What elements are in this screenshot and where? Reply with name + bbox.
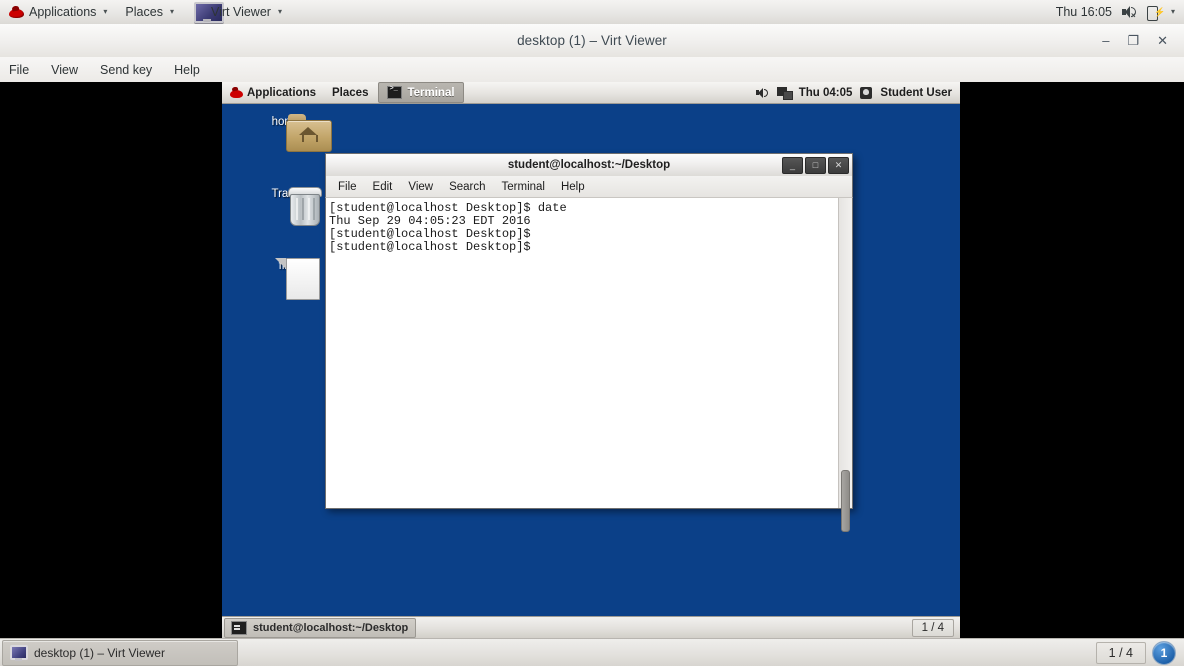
guest-window-list-label: Terminal: [407, 86, 455, 99]
host-applications-menu[interactable]: Applications ▾: [0, 0, 116, 24]
guest-taskbar-item-terminal[interactable]: student@localhost:~/Desktop: [224, 617, 416, 638]
virt-viewer-window-controls: – ❐ ✕: [1102, 24, 1178, 57]
guest-places-menu[interactable]: Places: [324, 82, 376, 103]
guest-workspace-area: 1 / 4: [911, 618, 960, 637]
guest-taskbar-item-label: student@localhost:~/Desktop: [253, 621, 409, 634]
minimize-button[interactable]: –: [1102, 34, 1109, 47]
host-top-panel: Applications ▾ Places ▾ Virt Viewer ▾ Th…: [0, 0, 1184, 25]
terminal-title: student@localhost:~/Desktop: [507, 159, 671, 171]
host-clock[interactable]: Thu 16:05: [1056, 5, 1112, 19]
chevron-down-icon: ▾: [103, 7, 108, 16]
menu-send-key[interactable]: Send key: [89, 57, 163, 82]
terminal-scrollbar[interactable]: [838, 198, 852, 532]
host-taskbar-item-label: desktop (1) – Virt Viewer: [34, 646, 165, 660]
guest-applications-menu[interactable]: Applications: [222, 82, 324, 103]
desktop-icon-home[interactable]: home: [250, 114, 332, 152]
terminal-icon: [231, 620, 247, 635]
screen: Applications ▾ Places ▾ Virt Viewer ▾ Th…: [0, 0, 1184, 666]
guest-clock[interactable]: Thu 04:05: [799, 87, 853, 99]
guest-panel-status-area: Thu 04:05 Student User: [755, 86, 960, 100]
guest-user-label[interactable]: Student User: [880, 87, 952, 99]
terminal-menu-help[interactable]: Help: [553, 176, 593, 197]
user-icon: [860, 86, 873, 99]
maximize-button[interactable]: ❐: [1127, 34, 1139, 47]
host-panel-status-area: Thu 16:05 × ⚡ ▾: [1056, 5, 1184, 21]
monitor-icon: [9, 645, 28, 661]
host-active-app-menu[interactable]: Virt Viewer ▾: [183, 0, 291, 24]
guest-workspace-indicator[interactable]: 1 / 4: [911, 618, 954, 637]
battery-charging-icon[interactable]: ⚡: [1146, 5, 1165, 21]
terminal-window-controls: _ □ ✕: [782, 157, 849, 174]
close-button[interactable]: ✕: [1157, 34, 1168, 47]
host-active-app-label: Virt Viewer: [210, 5, 271, 19]
virt-viewer-titlebar: desktop (1) – Virt Viewer – ❐ ✕: [0, 24, 1184, 58]
chevron-down-icon[interactable]: ▾: [1171, 8, 1175, 16]
guest-applications-label: Applications: [247, 86, 317, 99]
volume-icon[interactable]: [755, 87, 769, 99]
terminal-window[interactable]: student@localhost:~/Desktop _ □ ✕ File E…: [325, 153, 853, 532]
host-places-menu[interactable]: Places ▾: [116, 0, 183, 24]
host-workspace-badge[interactable]: 1: [1152, 641, 1176, 665]
guest-desktop[interactable]: Applications Places Terminal Thu 04:05 S…: [222, 82, 960, 638]
terminal-close-button[interactable]: ✕: [828, 157, 849, 174]
terminal-menu-edit[interactable]: Edit: [365, 176, 401, 197]
host-taskbar-item-virt-viewer[interactable]: desktop (1) – Virt Viewer: [2, 640, 238, 666]
menu-view[interactable]: View: [40, 57, 89, 82]
redhat-logo-icon: [9, 6, 24, 19]
host-workspace-indicator[interactable]: 1 / 4: [1095, 642, 1146, 664]
terminal-menubar: File Edit View Search Terminal Help: [325, 176, 853, 198]
host-applications-label: Applications: [29, 5, 97, 19]
desktop-icon-file[interactable]: file: [250, 258, 322, 300]
virt-viewer-title: desktop (1) – Virt Viewer: [517, 33, 667, 48]
guest-places-label: Places: [332, 86, 369, 99]
terminal-output[interactable]: [student@localhost Desktop]$ date Thu Se…: [326, 198, 838, 508]
speaker-muted-icon[interactable]: ×: [1121, 5, 1137, 20]
network-icon[interactable]: [776, 86, 793, 100]
terminal-body[interactable]: [student@localhost Desktop]$ date Thu Se…: [325, 198, 853, 532]
host-places-label: Places: [125, 5, 163, 19]
menu-file[interactable]: File: [0, 57, 40, 82]
terminal-menu-view[interactable]: View: [400, 176, 441, 197]
guest-bottom-panel: student@localhost:~/Desktop 1 / 4: [222, 616, 960, 638]
guest-top-panel: Applications Places Terminal Thu 04:05 S…: [222, 82, 960, 104]
terminal-menu-search[interactable]: Search: [441, 176, 493, 197]
terminal-menu-file[interactable]: File: [326, 176, 365, 197]
menu-help[interactable]: Help: [163, 57, 211, 82]
terminal-icon: [387, 85, 403, 99]
terminal-maximize-button[interactable]: □: [805, 157, 826, 174]
desktop-icon-trash[interactable]: Trash: [250, 186, 322, 226]
terminal-menu-terminal[interactable]: Terminal: [494, 176, 553, 197]
chevron-down-icon: ▾: [277, 7, 282, 16]
host-taskbar: desktop (1) – Virt Viewer 1 / 4 1: [0, 638, 1184, 666]
terminal-titlebar[interactable]: student@localhost:~/Desktop _ □ ✕: [325, 153, 853, 176]
guest-window-list-terminal[interactable]: Terminal: [378, 82, 464, 103]
host-workspace-area: 1 / 4 1: [1095, 641, 1184, 665]
chevron-down-icon: ▾: [169, 7, 174, 16]
redhat-logo-icon: [230, 87, 243, 98]
virt-viewer-menubar: File View Send key Help: [0, 57, 1184, 83]
terminal-minimize-button[interactable]: _: [782, 157, 803, 174]
terminal-scrollbar-thumb[interactable]: [841, 470, 850, 532]
